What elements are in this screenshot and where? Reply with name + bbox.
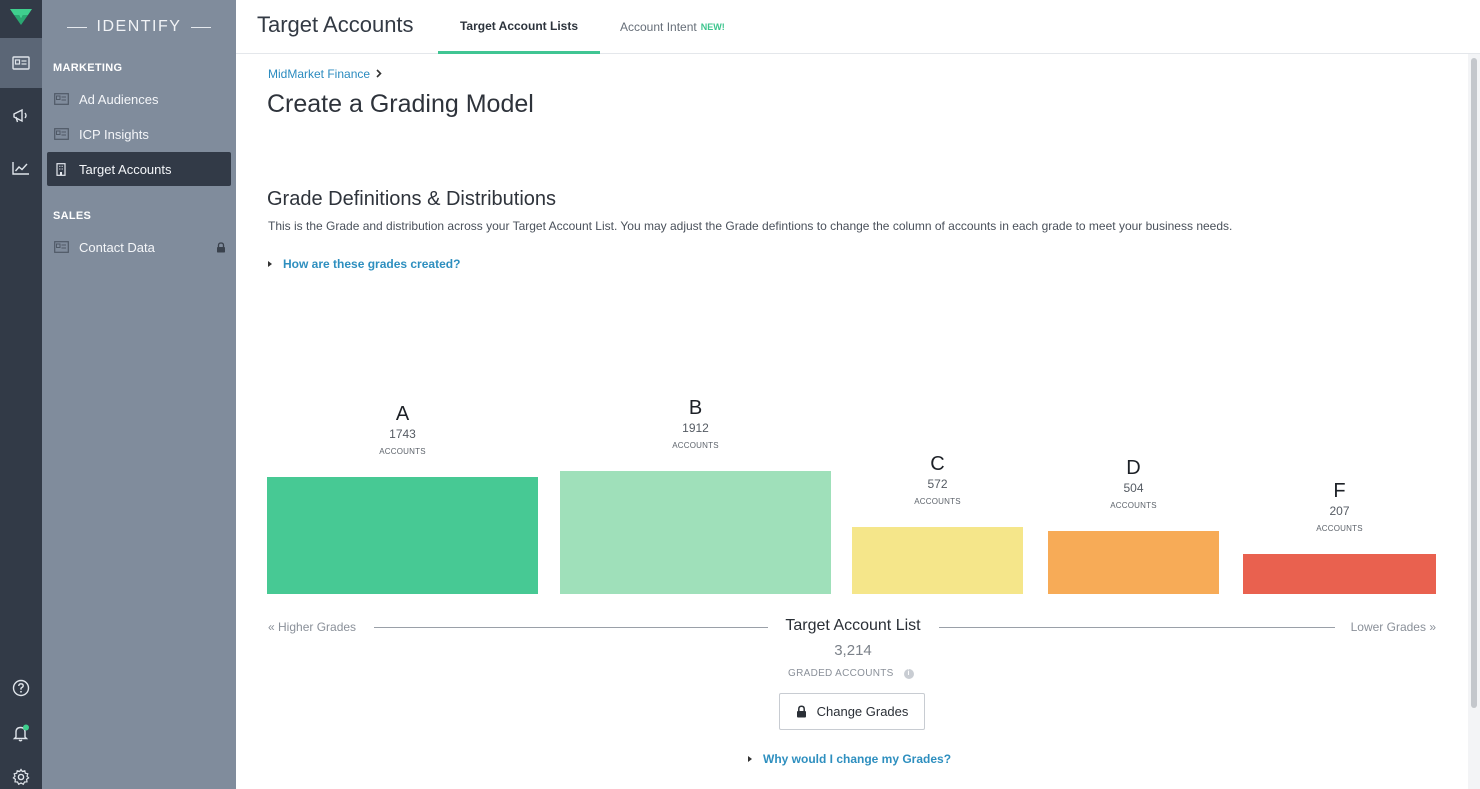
grade-account-count: 1743 (389, 427, 416, 441)
brand-dash-left (66, 26, 87, 28)
sidebar-item-contact-data[interactable]: Contact Data (47, 230, 231, 264)
grades-help-expander[interactable]: How are these grades created? (268, 257, 460, 271)
new-badge: NEW! (700, 22, 725, 32)
id-card-icon (54, 241, 69, 253)
sidebar-item-label: Ad Audiences (79, 91, 159, 107)
notification-bell-icon[interactable] (0, 708, 42, 758)
sidebar-item-label: ICP Insights (79, 126, 149, 142)
graded-accounts-label: GRADED ACCOUNTS (788, 668, 894, 679)
grade-account-count: 1912 (682, 421, 709, 435)
building-icon (54, 163, 69, 176)
grade-bar-c (852, 527, 1023, 594)
grade-label-b: B 1912 ACCOUNTS (560, 396, 831, 453)
grade-label-c: C 572 ACCOUNTS (852, 452, 1023, 509)
grade-bar-b (560, 471, 831, 594)
grade-label-d: D 504 ACCOUNTS (1048, 456, 1219, 513)
change-grades-button[interactable]: Change Grades (779, 693, 925, 730)
caret-right-icon (268, 261, 272, 267)
sidebar: IDENTIFY MARKETING Ad Audiences ICP Insi… (42, 0, 236, 789)
tab-label: Target Account Lists (459, 18, 578, 33)
sidebar-group-sales: SALES (53, 210, 92, 222)
scrollbar-thumb[interactable] (1471, 58, 1477, 708)
tab-target-account-lists[interactable]: Target Account Lists (438, 0, 600, 54)
change-grades-help-expander[interactable]: Why would I change my Grades? (748, 752, 951, 766)
grade-unit-label: ACCOUNTS (1316, 524, 1363, 533)
breadcrumb: MidMarket Finance (268, 67, 382, 81)
brand-dash-right (191, 26, 212, 28)
page-title: Create a Grading Model (267, 90, 534, 118)
scrollbar[interactable] (1468, 54, 1480, 789)
graded-accounts-total: 3,214 (834, 642, 872, 659)
sidebar-section-title: IDENTIFY (96, 18, 182, 35)
grade-letter: F (1333, 480, 1346, 502)
grade-bar-a (267, 477, 538, 594)
sidebar-group-marketing: MARKETING (53, 62, 123, 74)
breadcrumb-link[interactable]: MidMarket Finance (268, 67, 370, 81)
grade-unit-label: ACCOUNTS (379, 447, 426, 456)
grade-bar-d (1048, 531, 1219, 594)
sidebar-item-icp-insights[interactable]: ICP Insights (47, 117, 231, 151)
grade-letter: D (1126, 457, 1141, 479)
identify-nav-icon[interactable] (0, 38, 42, 88)
id-card-icon (54, 128, 69, 140)
axis-line-right (939, 627, 1335, 628)
grade-unit-label: ACCOUNTS (914, 497, 961, 506)
info-icon[interactable]: i (903, 668, 914, 679)
lower-grades-label: Lower Grades » (1350, 620, 1436, 634)
id-card-icon (54, 93, 69, 105)
grade-label-f: F 207 ACCOUNTS (1243, 479, 1436, 536)
sidebar-item-ad-audiences[interactable]: Ad Audiences (47, 82, 231, 116)
grade-account-count: 572 (927, 477, 948, 491)
lock-icon (796, 705, 807, 718)
grade-unit-label: ACCOUNTS (672, 441, 719, 450)
higher-grades-label: « Higher Grades (268, 620, 357, 634)
grade-unit-label: ACCOUNTS (1110, 501, 1157, 510)
grades-help-link: How are these grades created? (283, 257, 461, 271)
tab-account-intent[interactable]: Account Intent NEW! (620, 0, 725, 54)
change-grades-label: Change Grades (816, 704, 909, 719)
section-description: This is the Grade and distribution acros… (268, 219, 1233, 233)
icon-rail (0, 0, 42, 789)
section-title: Grade Definitions & Distributions (267, 188, 557, 210)
grade-bar-f (1243, 554, 1436, 594)
top-header: Target Accounts Target Account Lists Acc… (236, 0, 1480, 54)
axis-title: Target Account List (785, 617, 921, 634)
main-content: MidMarket Finance Create a Grading Model… (236, 54, 1468, 789)
grade-account-count: 207 (1329, 504, 1350, 518)
grade-letter: A (395, 403, 410, 425)
graded-accounts-label-row: GRADED ACCOUNTS i (788, 668, 914, 679)
axis-line-left (374, 627, 768, 628)
tab-label: Account Intent (620, 20, 697, 34)
sidebar-item-label: Target Accounts (79, 161, 172, 177)
change-grades-help-link: Why would I change my Grades? (763, 752, 952, 766)
header-title: Target Accounts (257, 12, 414, 37)
grade-label-a: A 1743 ACCOUNTS (267, 402, 538, 459)
caret-right-icon (748, 756, 752, 762)
lock-icon (216, 241, 226, 256)
settings-gear-icon[interactable] (0, 752, 42, 789)
sidebar-item-label: Contact Data (79, 239, 155, 255)
chevron-right-icon (376, 67, 382, 81)
sidebar-section-header: IDENTIFY (42, 15, 236, 39)
megaphone-icon[interactable] (0, 91, 42, 141)
grade-letter: B (688, 397, 703, 419)
help-icon[interactable] (0, 663, 42, 713)
sidebar-item-target-accounts[interactable]: Target Accounts (47, 152, 231, 186)
analytics-chart-icon[interactable] (0, 143, 42, 193)
chart-axis: « Higher Grades Target Account List Lowe… (268, 617, 1436, 637)
logo-icon[interactable] (9, 7, 33, 27)
grade-letter: C (930, 453, 945, 475)
grade-account-count: 504 (1123, 481, 1144, 495)
